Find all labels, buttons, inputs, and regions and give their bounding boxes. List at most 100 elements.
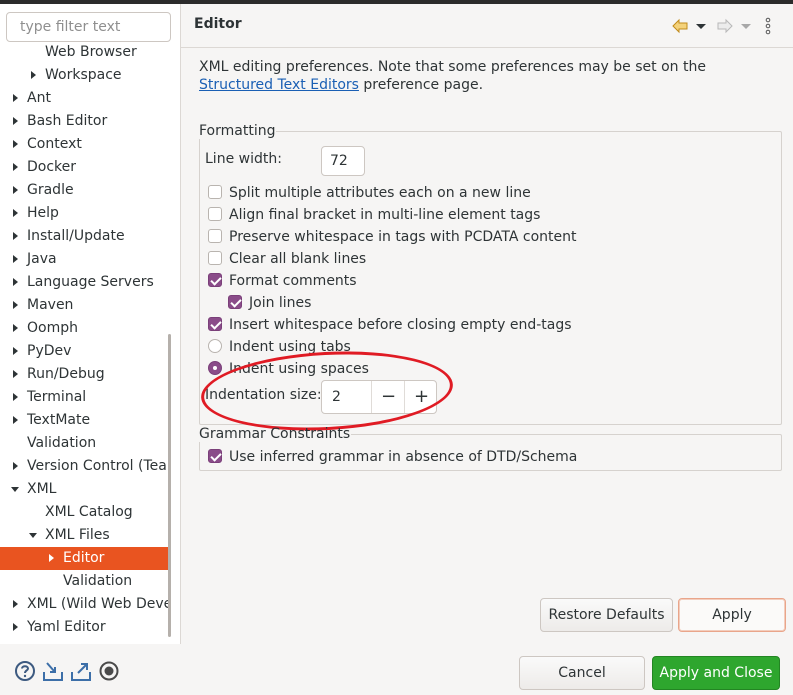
tree-item[interactable]: Web Browser [0, 41, 171, 64]
chevron-down-icon[interactable] [29, 524, 41, 547]
chevron-right-icon[interactable] [11, 87, 23, 110]
tree-item[interactable]: Oomph [0, 317, 171, 340]
tree-item-label: Validation [27, 435, 97, 451]
use-inferred-grammar-checkbox[interactable] [208, 449, 222, 463]
chevron-right-icon[interactable] [11, 225, 23, 248]
tree-item-label: Docker [27, 159, 77, 175]
tree-item[interactable]: Workspace [0, 64, 171, 87]
tree-item[interactable]: Version Control (Team) [0, 455, 171, 478]
tree-item-label: Java [27, 251, 57, 267]
tree-item-label: Ant [27, 90, 51, 106]
grammar-constraints-legend: Grammar Constraints [199, 426, 351, 442]
tree-item[interactable]: Docker [0, 156, 171, 179]
chevron-right-icon[interactable] [11, 133, 23, 156]
tree-item[interactable]: Bash Editor [0, 110, 171, 133]
tree-item[interactable]: Validation [0, 432, 171, 455]
tree-item[interactable]: Maven [0, 294, 171, 317]
import-button[interactable] [42, 660, 64, 682]
checkbox[interactable] [228, 295, 242, 309]
export-icon [71, 663, 91, 681]
chevron-right-icon[interactable] [11, 202, 23, 225]
tree-item[interactable]: Terminal [0, 386, 171, 409]
export-button[interactable] [70, 660, 92, 682]
checkbox[interactable] [208, 185, 222, 199]
checkbox[interactable] [208, 207, 222, 221]
tree-item-label: XML Files [45, 527, 110, 543]
forward-menu-button[interactable] [740, 17, 752, 37]
tree-item[interactable]: Yaml Editor [0, 616, 171, 639]
tree-item[interactable]: Run/Debug [0, 363, 171, 386]
checkbox[interactable] [208, 317, 222, 331]
formatting-legend: Formatting [199, 123, 276, 139]
tree-item[interactable]: XML Catalog [0, 501, 171, 524]
tree-item[interactable]: Ant [0, 87, 171, 110]
tree-item[interactable]: XML Files [0, 524, 171, 547]
record-button[interactable] [98, 660, 120, 682]
checkbox[interactable] [208, 251, 222, 265]
tree-scrollbar[interactable] [168, 334, 171, 637]
chevron-right-icon[interactable] [11, 179, 23, 202]
tree-item[interactable]: Validation [0, 570, 171, 593]
chevron-right-icon[interactable] [11, 616, 23, 639]
help-button[interactable] [14, 660, 36, 682]
filter-input[interactable] [6, 12, 171, 42]
tree-item-label: Editor [63, 550, 105, 566]
tree-item-label: Run/Debug [27, 366, 105, 382]
chevron-right-icon[interactable] [11, 248, 23, 271]
tree-item-label: Maven [27, 297, 74, 313]
formatting-option-label: Clear all blank lines [229, 251, 367, 267]
formatting-option-label: Join lines [249, 295, 312, 311]
radio-button[interactable] [208, 339, 222, 353]
indentation-size-spinner: − + [321, 380, 437, 414]
chevron-down-icon[interactable] [11, 478, 23, 501]
structured-text-editors-link[interactable]: Structured Text Editors [199, 77, 359, 93]
tree-item[interactable]: Install/Update [0, 225, 171, 248]
tree-item[interactable]: TextMate [0, 409, 171, 432]
chevron-down-icon [741, 24, 751, 29]
header-separator [181, 47, 793, 48]
cancel-button[interactable]: Cancel [519, 656, 645, 690]
tree-item[interactable]: XML (Wild Web Developer) [0, 593, 171, 616]
tree-item-label: XML (Wild Web Developer) [27, 596, 171, 612]
tree-item[interactable]: PyDev [0, 340, 171, 363]
chevron-right-icon[interactable] [11, 110, 23, 133]
tree-item[interactable]: Java [0, 248, 171, 271]
import-icon [43, 662, 63, 681]
chevron-right-icon[interactable] [11, 317, 23, 340]
tree-item[interactable]: Editor [0, 547, 171, 570]
chevron-right-icon[interactable] [11, 294, 23, 317]
increment-button[interactable]: + [404, 381, 438, 413]
chevron-right-icon[interactable] [11, 409, 23, 432]
chevron-right-icon[interactable] [11, 593, 23, 616]
decrement-button[interactable]: − [371, 381, 405, 413]
chevron-right-icon[interactable] [11, 156, 23, 179]
radio-button[interactable] [208, 361, 222, 375]
forward-button[interactable] [716, 17, 734, 37]
tree-item[interactable]: XML [0, 478, 171, 501]
tree-item[interactable]: Context [0, 133, 171, 156]
tree-item-label: Install/Update [27, 228, 125, 244]
restore-defaults-button[interactable]: Restore Defaults [540, 598, 673, 632]
checkbox[interactable] [208, 229, 222, 243]
tree-item-label: Validation [63, 573, 133, 589]
line-width-input[interactable] [321, 146, 365, 176]
chevron-right-icon[interactable] [11, 363, 23, 386]
apply-button[interactable]: Apply [678, 598, 786, 632]
back-menu-button[interactable] [695, 17, 707, 37]
back-button[interactable] [671, 17, 689, 37]
kebab-menu-icon [765, 17, 771, 35]
chevron-right-icon[interactable] [11, 386, 23, 409]
chevron-right-icon[interactable] [11, 340, 23, 363]
chevron-right-icon[interactable] [29, 64, 41, 87]
checkbox[interactable] [208, 273, 222, 287]
apply-and-close-button[interactable]: Apply and Close [652, 656, 780, 690]
formatting-option-label: Align final bracket in multi-line elemen… [229, 207, 541, 223]
chevron-right-icon[interactable] [47, 547, 59, 570]
tree-item-label: Yaml Editor [27, 619, 106, 635]
tree-item[interactable]: Gradle [0, 179, 171, 202]
chevron-right-icon[interactable] [11, 455, 23, 478]
tree-item[interactable]: Language Servers [0, 271, 171, 294]
chevron-right-icon[interactable] [11, 271, 23, 294]
tree-item[interactable]: Help [0, 202, 171, 225]
view-menu-button[interactable] [763, 17, 773, 37]
